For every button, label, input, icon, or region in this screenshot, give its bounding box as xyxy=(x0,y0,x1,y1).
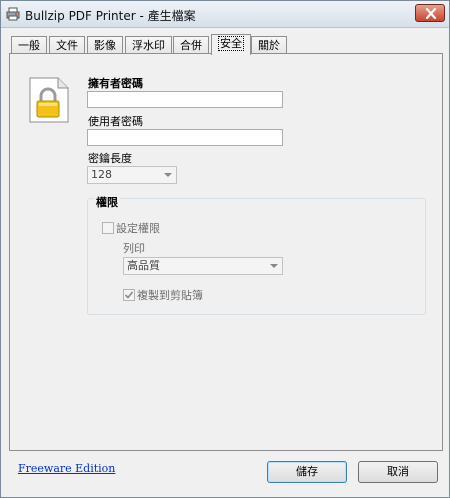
user-password-label: 使用者密碼 xyxy=(88,115,143,128)
chevron-down-icon xyxy=(270,264,278,268)
print-label: 列印 xyxy=(123,242,145,255)
save-button[interactable]: 儲存 xyxy=(267,461,347,483)
key-length-value: 128 xyxy=(91,168,112,181)
key-length-select[interactable]: 128 xyxy=(87,166,177,184)
set-permissions-checkbox[interactable] xyxy=(102,222,114,234)
lock-icon xyxy=(29,77,69,123)
title-bar: Bullzip PDF Printer - 產生檔案 xyxy=(1,1,449,28)
cancel-button[interactable]: 取消 xyxy=(358,461,438,483)
copy-clipboard-checkbox[interactable] xyxy=(123,289,135,301)
tab-watermark[interactable]: 浮水印 xyxy=(125,36,172,54)
user-password-field[interactable] xyxy=(87,129,283,146)
checkmark-icon xyxy=(124,291,134,299)
owner-password-field[interactable] xyxy=(87,91,283,108)
print-quality-select[interactable]: 高品質 xyxy=(123,257,283,275)
owner-password-label: 擁有者密碼 xyxy=(88,77,143,90)
key-length-label: 密鑰長度 xyxy=(88,152,132,165)
tab-general[interactable]: 一般 xyxy=(11,36,47,54)
tab-image[interactable]: 影像 xyxy=(87,36,123,54)
close-button[interactable] xyxy=(415,4,445,22)
tab-document[interactable]: 文件 xyxy=(49,36,85,54)
chevron-down-icon xyxy=(164,173,172,177)
copy-clipboard-label: 複製到剪貼簿 xyxy=(137,289,203,302)
dialog-window: Bullzip PDF Printer - 產生檔案 一般 文件 影像 浮水印 … xyxy=(0,0,450,498)
print-quality-value: 高品質 xyxy=(127,259,160,272)
tab-merge[interactable]: 合併 xyxy=(173,36,209,54)
printer-icon xyxy=(6,7,20,21)
tab-about[interactable]: 關於 xyxy=(251,36,287,54)
window-title: Bullzip PDF Printer - 產生檔案 xyxy=(25,9,196,23)
permissions-group-label: 權限 xyxy=(94,194,120,210)
tab-strip: 一般 文件 影像 浮水印 合併 安全 關於 xyxy=(9,34,444,55)
tab-security[interactable]: 安全 xyxy=(211,34,251,55)
set-permissions-label: 設定權限 xyxy=(116,222,160,235)
freeware-edition-link[interactable]: Freeware Edition xyxy=(18,462,115,475)
close-icon xyxy=(425,8,437,19)
